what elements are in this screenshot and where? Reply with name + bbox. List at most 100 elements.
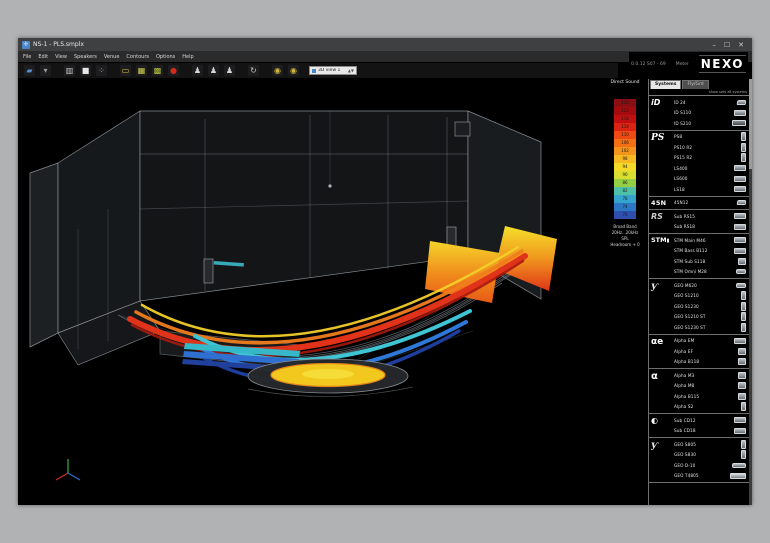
tab-systems[interactable]: Systems [650,80,681,89]
listener-a-icon[interactable]: ♟ [192,65,203,76]
scrollbar-thumb[interactable] [749,79,752,169]
colorbar-segment: 122 [614,107,636,115]
brand-logo-alpha: α [649,369,673,413]
system-item-thumbnail [741,153,746,162]
system-item-thumbnail [734,176,746,182]
system-item[interactable]: Alpha B118 [673,357,749,368]
system-item-label: Alpha M3 [674,373,738,378]
system-item[interactable]: Alpha EF [673,346,749,357]
system-section: STMSTM Main M46STM Bass B112STM Sub S118… [649,234,749,279]
menu-speakers[interactable]: Speakers [74,54,97,60]
system-item-thumbnail [741,291,746,300]
system-item-label: Alpha B115 [674,394,738,399]
listener-b-icon[interactable]: ♟ [208,65,219,76]
system-item[interactable]: Sub CD12 [673,415,749,426]
colorbar-segment: 90 [614,171,636,179]
caret-down-icon[interactable]: ▾ [40,65,51,76]
system-item[interactable]: GEO S1210 [673,291,749,302]
system-item[interactable]: STM Omni M28 [673,267,749,278]
menu-view[interactable]: View [55,54,67,60]
system-item[interactable]: STM Bass B112 [673,246,749,257]
colorbar-segment: 74 [614,203,636,211]
system-item-label: LS600 [674,176,734,181]
menu-file[interactable]: File [23,54,31,60]
maximize-button[interactable]: ☐ [724,41,730,49]
share-nodes-icon[interactable]: ⁘ [96,65,107,76]
spl-colorbar: 1261221181141101061029894908682787470 [614,99,636,219]
menu-edit[interactable]: Edit [38,54,48,60]
system-item[interactable]: GEO M620 [673,280,749,291]
menu-help[interactable]: Help [182,54,193,60]
system-item[interactable]: Sub CD18 [673,426,749,437]
system-item-label: STM Omni M28 [674,269,736,274]
mapping-mode-label: Direct Sound [610,80,639,85]
system-section: 45N45N12 [649,197,749,211]
system-item[interactable]: GEO D-10 [673,460,749,471]
system-item-label: Sub CD18 [674,428,734,433]
system-section: αeAlpha EMAlpha EFAlpha B118 [649,335,749,370]
venue-3d-viewport[interactable] [18,79,602,505]
open-folder-icon[interactable]: ▰ [24,65,35,76]
spinner-arrows-icon[interactable]: ▲▼ [348,68,354,73]
system-item[interactable]: Alpha EM [673,336,749,347]
system-item-thumbnail [730,473,746,479]
system-item[interactable]: LS18 [673,184,749,195]
mute-icon[interactable]: ● [168,65,179,76]
system-section: iDID 24ID S110 ID S210 [649,96,749,131]
venue-3d-render [18,79,602,505]
system-item[interactable]: PS15 R2 [673,153,749,164]
system-item[interactable]: PS8 [673,132,749,143]
listener-c-icon[interactable]: ♟ [224,65,235,76]
sound-source-b-icon[interactable]: ◉ [288,65,299,76]
system-item[interactable]: STM Sub S118 [673,256,749,267]
system-item[interactable]: GEO T4805 [673,471,749,482]
system-item[interactable]: Alpha M3 [673,370,749,381]
zone-icon[interactable]: ▭ [120,65,131,76]
tab-fly-grd[interactable]: Fly/Grd [682,80,708,89]
system-item[interactable]: PS10 R2 [673,142,749,153]
system-item[interactable]: GEO S805 [673,439,749,450]
speaker-array-icon[interactable]: ▩ [152,65,163,76]
panel-scrollbar[interactable] [749,79,752,505]
menu-contours[interactable]: Contours [126,54,149,60]
system-item[interactable]: GEO S1230 ST [673,322,749,333]
brand-logo-stm: STM [649,234,673,278]
system-item[interactable]: 45N12 [673,198,749,209]
system-item[interactable]: Alpha S2 [673,402,749,413]
rotate-view-icon[interactable]: ↻ [248,65,259,76]
system-item-label: GEO S830 [674,452,741,457]
system-item[interactable]: LS600 [673,174,749,185]
minimize-button[interactable]: – [712,41,716,49]
system-item[interactable]: ID S210 [673,118,749,129]
colorbar-segment: 98 [614,155,636,163]
system-item[interactable]: GEO S830 [673,450,749,461]
system-item[interactable]: STM Main M46 [673,235,749,246]
venue-grid-icon[interactable]: ▦ [136,65,147,76]
system-item[interactable]: Alpha B115 [673,391,749,402]
system-item[interactable]: GEO S1230 [673,301,749,312]
system-item[interactable]: Alpha M8 [673,381,749,392]
system-section: PSPS8PS10 R2PS15 R2LS400LS600LS18 [649,131,749,197]
save-icon[interactable]: ▥ [64,65,75,76]
menu-options[interactable]: Options [156,54,175,60]
menu-venue[interactable]: Venue [104,54,120,60]
system-item[interactable]: LS400 [673,163,749,174]
stop-icon[interactable]: ■ [80,65,91,76]
system-item[interactable]: GEO S1210 ST [673,312,749,323]
system-item-thumbnail [737,100,747,105]
system-item-thumbnail [734,248,746,254]
app-icon: ✛ [22,41,30,49]
system-item[interactable]: Sub RS15 [673,211,749,222]
view-select[interactable]: 3D view 1 ▲▼ [309,66,357,75]
system-item-thumbnail [741,302,746,311]
close-button[interactable]: ✕ [738,41,744,49]
brand-logo-id: iD [649,96,673,130]
title-bar[interactable]: ✛ NS-1 - PLS.smplx – ☐ ✕ [18,38,752,51]
sound-source-a-icon[interactable]: ◉ [272,65,283,76]
system-item[interactable]: Sub RS18 [673,222,749,233]
system-item-label: ID S210 [674,121,732,126]
app-window: ✛ NS-1 - PLS.smplx – ☐ ✕ File Edit View Spe… [18,38,752,505]
colorbar-segment: 78 [614,195,636,203]
system-item[interactable]: ID 24 [673,97,749,108]
system-item[interactable]: ID S110 [673,108,749,119]
